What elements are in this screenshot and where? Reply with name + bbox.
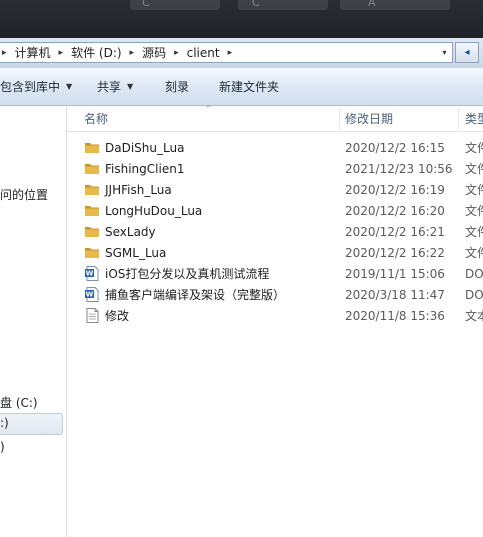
navigation-pane: 问的位置 盘 (C:) :) ) [0,106,67,537]
dropdown-arrow-icon: ▼ [66,82,73,91]
svg-text:W: W [86,270,94,278]
file-row[interactable]: WiOS打包分发以及真机测试流程 2019/11/1 15:06 DO [67,263,483,284]
column-divider[interactable] [458,108,459,130]
file-date-modified: 2020/12/2 16:21 [345,224,445,239]
column-date-modified[interactable]: 修改日期 [345,106,393,131]
file-row[interactable]: JJHFish_Lua 2020/12/2 16:19 文件 [67,179,483,200]
svg-text:W: W [86,291,94,299]
file-row[interactable]: DaDiShu_Lua 2020/12/2 16:15 文件 [67,137,483,158]
background-tab-label: A [368,0,376,9]
dropdown-arrow-icon: ▼ [127,82,134,91]
address-field[interactable]: ▸ 计算机 ▸ 软件 (D:) ▸ 源码 ▸ client ▸ ▾ [0,42,453,63]
nav-item-drive-c[interactable]: 盘 (C:) [0,394,38,411]
file-row[interactable]: W 捕鱼客户端编译及架设（完整版） 2020/3/18 11:47 DO [67,284,483,305]
file-row[interactable]: LongHuDou_Lua 2020/12/2 16:20 文件 [67,200,483,221]
nav-item-recent-places[interactable]: 问的位置 [0,186,48,203]
breadcrumb-separator[interactable]: ▸ [222,48,239,58]
file-type: 文件 [465,204,483,218]
breadcrumb-separator[interactable]: ▸ [168,48,185,58]
sort-ascending-icon: ^ [205,104,212,113]
breadcrumb-drive-d[interactable]: 软件 (D:) [69,44,123,61]
file-row[interactable]: FishingClien1 2021/12/23 10:56 文件 [67,158,483,179]
burn-label: 刻录 [165,80,190,94]
file-date-modified: 2020/3/18 11:47 [345,287,445,302]
file-type: DO [465,266,483,281]
file-row[interactable]: SexLady 2020/12/2 16:21 文件 [67,221,483,242]
file-date-modified: 2020/11/8 15:36 [345,308,445,323]
file-date-modified: 2021/12/23 10:56 [345,161,453,176]
file-name: DaDiShu_Lua [105,140,185,155]
file-name: 捕鱼客户端编译及架设（完整版） [105,288,286,302]
background-tab-label: C [252,0,260,9]
column-type[interactable]: 类型 [465,106,483,131]
address-bar: ▸ 计算机 ▸ 软件 (D:) ▸ 源码 ▸ client ▸ ▾ ◂ [0,38,483,69]
address-history-dropdown-icon[interactable]: ▾ [437,43,452,62]
file-name: SexLady [105,224,156,239]
breadcrumb-separator[interactable]: ▸ [0,48,13,58]
breadcrumb-separator[interactable]: ▸ [124,48,141,58]
background-tab-label: C [142,0,150,9]
background-tab [340,0,450,10]
file-name: FishingClien1 [105,161,185,176]
column-divider[interactable] [339,108,340,130]
breadcrumb-client[interactable]: client [185,46,222,60]
include-in-library-button[interactable]: 包含到库中 ▼ [0,68,72,105]
nav-item-selected[interactable] [0,413,63,435]
file-type: 文件 [465,246,483,260]
window-titlebar: C C A [0,0,483,38]
nav-item-drive-selected-label: :) [0,416,9,430]
column-name[interactable]: 名称 [84,106,108,131]
file-date-modified: 2020/12/2 16:19 [345,182,445,197]
file-type: 文件 [465,162,483,176]
new-folder-button[interactable]: 新建文件夹 [219,68,279,105]
share-label: 共享 [97,80,122,94]
breadcrumb: ▸ 计算机 ▸ 软件 (D:) ▸ 源码 ▸ client ▸ [0,43,238,62]
refresh-button[interactable]: ◂ [455,42,479,63]
file-name: JJHFish_Lua [105,182,172,197]
file-date-modified: 2020/12/2 16:15 [345,140,445,155]
burn-button[interactable]: 刻录 [165,68,189,105]
column-date-label: 修改日期 [345,112,394,126]
file-date-modified: 2019/11/1 15:06 [345,266,445,281]
file-name: 修改 [105,309,130,323]
share-button[interactable]: 共享 ▼ [97,68,133,105]
file-list: DaDiShu_Lua2020/12/2 16:15文件FishingClien… [67,131,483,537]
new-folder-label: 新建文件夹 [219,80,280,94]
file-type: 文件 [465,183,483,197]
file-type: DO [465,287,483,302]
file-type: 文件 [465,141,483,155]
breadcrumb-source[interactable]: 源码 [140,44,168,61]
command-toolbar: 包含到库中 ▼ 共享 ▼ 刻录 新建文件夹 [0,68,483,106]
column-header: ^ 名称 修改日期 类型 [67,104,483,132]
nav-item-drive[interactable]: ) [0,440,5,454]
file-row[interactable]: 修改 2020/11/8 15:36 文本 [67,305,483,326]
file-date-modified: 2020/12/2 16:20 [345,203,445,218]
file-row[interactable]: SGML_Lua 2020/12/2 16:22 文件 [67,242,483,263]
file-type: 文本 [465,309,483,323]
breadcrumb-computer[interactable]: 计算机 [13,44,53,61]
breadcrumb-separator[interactable]: ▸ [53,48,70,58]
column-name-label: 名称 [84,112,109,126]
file-name: iOS打包分发以及真机测试流程 [105,267,270,281]
refresh-icon: ◂ [464,47,470,58]
file-type: 文件 [465,225,483,239]
include-in-library-label: 包含到库中 [0,80,61,94]
column-type-label: 类型 [465,112,483,126]
file-name: LongHuDou_Lua [105,203,203,218]
file-name: SGML_Lua [105,245,167,260]
file-date-modified: 2020/12/2 16:22 [345,245,445,260]
